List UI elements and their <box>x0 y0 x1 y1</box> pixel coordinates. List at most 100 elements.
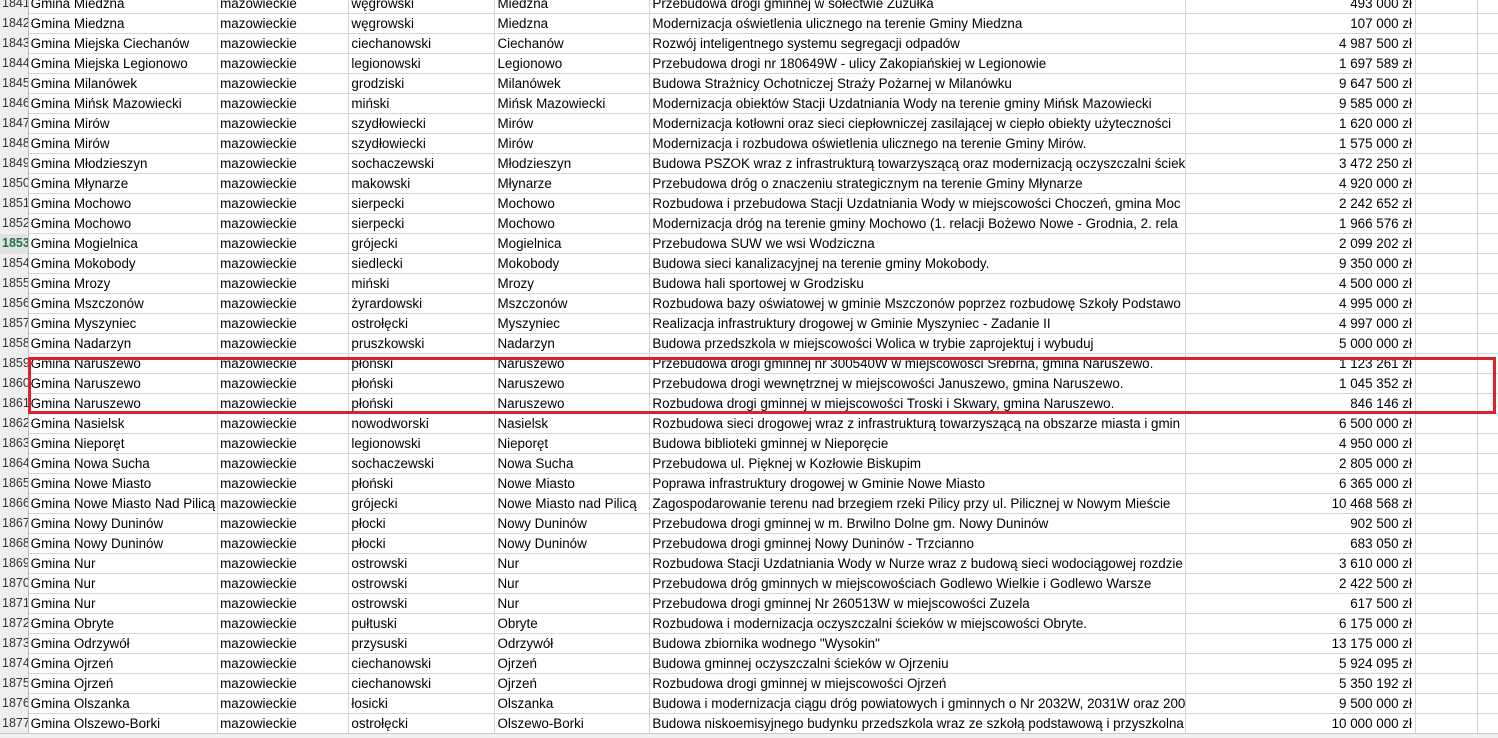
cell-gmina[interactable]: Gmina Nowa Sucha <box>29 454 219 474</box>
cell-miejscowosc[interactable]: Naruszewo <box>495 354 651 374</box>
cell-kwota[interactable]: 1 620 000 zł <box>1186 114 1417 134</box>
row-header[interactable]: 1843 <box>0 34 29 54</box>
cell-empty[interactable] <box>1478 554 1498 574</box>
cell-opis[interactable]: Budowa Strażnicy Ochotniczej Straży Poża… <box>650 74 1187 94</box>
table-row[interactable]: 1862 Gmina Nasielsk mazowieckie nowodworski… <box>0 414 1498 434</box>
cell-powiat[interactable]: sochaczewski <box>349 154 496 174</box>
row-header[interactable]: 1845 <box>0 74 29 94</box>
cell-empty[interactable] <box>1478 654 1498 674</box>
cell-gmina[interactable]: Gmina Ojrzeń <box>29 654 219 674</box>
cell-wojewodztwo[interactable]: mazowieckie <box>218 274 350 294</box>
cell-empty[interactable] <box>1416 674 1479 694</box>
cell-miejscowosc[interactable]: Mochowo <box>495 194 651 214</box>
row-header[interactable]: 1872 <box>0 614 29 634</box>
cell-kwota[interactable]: 6 175 000 zł <box>1186 614 1417 634</box>
cell-miejscowosc[interactable]: Obryte <box>495 614 651 634</box>
cell-wojewodztwo[interactable]: mazowieckie <box>218 454 350 474</box>
cell-gmina[interactable]: Gmina Mochowo <box>29 214 219 234</box>
cell-kwota[interactable]: 846 146 zł <box>1186 394 1417 414</box>
cell-wojewodztwo[interactable]: mazowieckie <box>218 614 350 634</box>
cell-wojewodztwo[interactable]: mazowieckie <box>218 234 350 254</box>
row-header[interactable]: 1846 <box>0 94 29 114</box>
cell-empty[interactable] <box>1478 134 1498 154</box>
cell-kwota[interactable]: 2 099 202 zł <box>1186 234 1417 254</box>
cell-gmina[interactable]: Gmina Naruszewo <box>29 394 219 414</box>
cell-kwota[interactable]: 1 123 261 zł <box>1186 354 1417 374</box>
cell-wojewodztwo[interactable]: mazowieckie <box>218 334 350 354</box>
cell-miejscowosc[interactable]: Mińsk Mazowiecki <box>495 94 651 114</box>
cell-kwota[interactable]: 4 987 500 zł <box>1186 34 1417 54</box>
cell-opis[interactable]: Modernizacja dróg na terenie gminy Mocho… <box>650 214 1187 234</box>
cell-miejscowosc[interactable]: Nadarzyn <box>495 334 651 354</box>
cell-wojewodztwo[interactable]: mazowieckie <box>218 394 350 414</box>
cell-kwota[interactable]: 9 647 500 zł <box>1186 74 1417 94</box>
cell-gmina[interactable]: Gmina Olszanka <box>29 694 219 714</box>
cell-kwota[interactable]: 4 500 000 zł <box>1186 274 1417 294</box>
cell-kwota[interactable]: 4 950 000 zł <box>1186 434 1417 454</box>
cell-kwota[interactable]: 902 500 zł <box>1186 514 1417 534</box>
cell-opis[interactable]: Rozbudowa bazy oświatowej w gminie Mszcz… <box>650 294 1187 314</box>
cell-empty[interactable] <box>1416 74 1479 94</box>
row-header[interactable]: 1877 <box>0 714 29 734</box>
table-row[interactable]: 1849 Gmina Młodzieszyn mazowieckie sochacze… <box>0 154 1498 174</box>
cell-gmina[interactable]: Gmina Mochowo <box>29 194 219 214</box>
cell-empty[interactable] <box>1478 234 1498 254</box>
table-row[interactable]: 1844 Gmina Miejska Legionowo mazowieckie le… <box>0 54 1498 74</box>
table-row[interactable]: 1863 Gmina Nieporęt mazowieckie legionowski… <box>0 434 1498 454</box>
cell-empty[interactable] <box>1478 694 1498 714</box>
cell-opis[interactable]: Rozbudowa i modernizacja oczyszczalni śc… <box>650 614 1187 634</box>
cell-gmina[interactable]: Gmina Młodzieszyn <box>29 154 219 174</box>
cell-powiat[interactable]: miński <box>349 94 496 114</box>
table-row[interactable]: 1869 Gmina Nur mazowieckie ostrowski Nur Rozb… <box>0 554 1498 574</box>
table-row[interactable]: 1854 Gmina Mokobody mazowieckie siedlecki Mo… <box>0 254 1498 274</box>
cell-empty[interactable] <box>1478 334 1498 354</box>
cell-powiat[interactable]: ostrowski <box>349 554 496 574</box>
cell-gmina[interactable]: Gmina Olszewo-Borki <box>29 714 219 734</box>
row-header[interactable]: 1871 <box>0 594 29 614</box>
table-row[interactable]: 1876 Gmina Olszanka mazowieckie łosicki Olsz… <box>0 694 1498 714</box>
row-header[interactable]: 1865 <box>0 474 29 494</box>
cell-opis[interactable]: Przebudowa dróg gminnych w miejscowościa… <box>650 574 1187 594</box>
cell-empty[interactable] <box>1478 674 1498 694</box>
cell-gmina[interactable]: Gmina Obryte <box>29 614 219 634</box>
cell-wojewodztwo[interactable]: mazowieckie <box>218 154 350 174</box>
table-row[interactable]: 1877 Gmina Olszewo-Borki mazowieckie ostroł… <box>0 714 1498 734</box>
cell-empty[interactable] <box>1478 34 1498 54</box>
cell-powiat[interactable]: płoński <box>349 354 496 374</box>
cell-powiat[interactable]: ostrowski <box>349 574 496 594</box>
row-header[interactable]: 1873 <box>0 634 29 654</box>
cell-miejscowosc[interactable]: Miedzna <box>495 0 651 14</box>
row-header[interactable]: 1850 <box>0 174 29 194</box>
row-header[interactable]: 1856 <box>0 294 29 314</box>
table-row[interactable]: 1845 Gmina Milanówek mazowieckie grodziski M… <box>0 74 1498 94</box>
cell-kwota[interactable]: 6 500 000 zł <box>1186 414 1417 434</box>
cell-powiat[interactable]: płoński <box>349 374 496 394</box>
cell-empty[interactable] <box>1416 0 1479 14</box>
cell-powiat[interactable]: żyrardowski <box>349 294 496 314</box>
row-header[interactable]: 1875 <box>0 674 29 694</box>
row-header[interactable]: 1876 <box>0 694 29 714</box>
cell-empty[interactable] <box>1478 394 1498 414</box>
table-row[interactable]: 1859 Gmina Naruszewo mazowieckie płoński Nar… <box>0 354 1498 374</box>
cell-kwota[interactable]: 2 242 652 zł <box>1186 194 1417 214</box>
cell-gmina[interactable]: Gmina Nieporęt <box>29 434 219 454</box>
cell-wojewodztwo[interactable]: mazowieckie <box>218 494 350 514</box>
cell-empty[interactable] <box>1478 294 1498 314</box>
cell-powiat[interactable]: ciechanowski <box>349 674 496 694</box>
cell-kwota[interactable]: 6 365 000 zł <box>1186 474 1417 494</box>
cell-kwota[interactable]: 13 175 000 zł <box>1186 634 1417 654</box>
cell-gmina[interactable]: Gmina Nowe Miasto <box>29 474 219 494</box>
cell-miejscowosc[interactable]: Naruszewo <box>495 374 651 394</box>
cell-empty[interactable] <box>1478 94 1498 114</box>
cell-empty[interactable] <box>1478 534 1498 554</box>
table-row[interactable]: 1851 Gmina Mochowo mazowieckie sierpecki Moc… <box>0 194 1498 214</box>
cell-wojewodztwo[interactable]: mazowieckie <box>218 474 350 494</box>
cell-gmina[interactable]: Gmina Naruszewo <box>29 354 219 374</box>
cell-gmina[interactable]: Gmina Myszyniec <box>29 314 219 334</box>
cell-miejscowosc[interactable]: Naruszewo <box>495 394 651 414</box>
cell-opis[interactable]: Budowa PSZOK wraz z infrastrukturą towar… <box>650 154 1187 174</box>
cell-empty[interactable] <box>1416 654 1479 674</box>
cell-gmina[interactable]: Gmina Nowy Duninów <box>29 534 219 554</box>
cell-powiat[interactable]: węgrowski <box>349 0 496 14</box>
cell-kwota[interactable]: 107 000 zł <box>1186 14 1417 34</box>
